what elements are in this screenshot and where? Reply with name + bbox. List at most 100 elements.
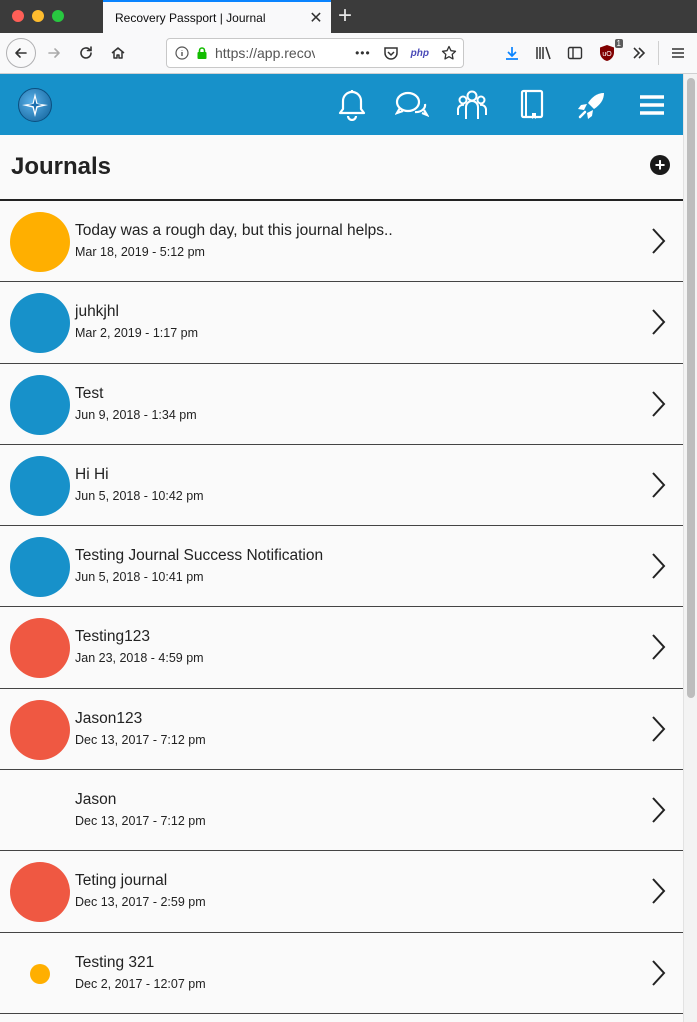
chevron-right-icon[interactable] <box>649 471 667 499</box>
home-button[interactable] <box>104 39 132 67</box>
compass-logo-icon[interactable] <box>18 88 52 122</box>
journal-entry-date: Mar 18, 2019 - 5:12 pm <box>75 245 205 259</box>
app-menu-icon[interactable] <box>635 88 669 122</box>
info-icon <box>175 46 189 60</box>
tab-title: Recovery Passport | Journal <box>115 10 266 25</box>
chevron-right-icon[interactable] <box>649 552 667 580</box>
download-icon <box>506 47 518 60</box>
lock-icon <box>197 47 207 59</box>
mood-color-dot <box>10 455 70 516</box>
scrollbar-thumb[interactable] <box>687 78 695 698</box>
reload-button[interactable] <box>72 39 100 67</box>
journal-list: Today was a rough day, but this journal … <box>0 201 683 1014</box>
journal-entry-row[interactable]: Test Jun 9, 2018 - 1:34 pm <box>0 363 683 445</box>
messages-chat-icon[interactable] <box>395 88 429 122</box>
mood-color-dot <box>30 963 50 984</box>
back-button[interactable] <box>6 38 36 68</box>
journal-entry-row[interactable]: Testing Journal Success Notification Jun … <box>0 526 683 608</box>
chevron-right-icon[interactable] <box>649 959 667 987</box>
add-journal-button[interactable]: + <box>650 155 670 175</box>
back-arrow-icon <box>15 48 27 58</box>
page-actions-icon[interactable]: ••• <box>355 46 371 60</box>
tab-close-icon[interactable]: ✕ <box>301 8 331 28</box>
community-group-icon[interactable] <box>455 88 489 122</box>
journal-entry-row[interactable]: Today was a rough day, but this journal … <box>0 201 683 283</box>
journal-entry-date: Mar 2, 2019 - 1:17 pm <box>75 326 198 341</box>
url-text[interactable]: https://app.recovery <box>215 45 315 61</box>
journal-entry-title: Testing Journal Success Notification <box>75 547 324 565</box>
journal-entry-row[interactable]: Hi Hi Jun 5, 2018 - 10:42 pm <box>0 444 683 527</box>
journal-entry-row[interactable]: juhkjhl Mar 2, 2019 - 1:17 pm <box>0 282 683 364</box>
page-header: Journals + <box>0 135 683 201</box>
journal-entry-row[interactable]: Jason Dec 13, 2017 - 7:12 pm <box>0 770 683 852</box>
sidebar-button[interactable] <box>561 39 589 67</box>
journal-entry-title: Hi Hi <box>75 465 109 483</box>
extension-count-badge: 1 <box>614 39 623 48</box>
minimize-window-button[interactable] <box>32 10 44 22</box>
app-header <box>0 74 683 135</box>
navigation-bar: https://app.recovery ••• php uO 1 <box>0 33 697 74</box>
journal-entry-date: Dec 2, 2017 - 12:07 pm <box>75 976 206 991</box>
journal-entry-row[interactable]: Testing123 Jan 23, 2018 - 4:59 pm <box>0 607 683 689</box>
window-controls <box>12 10 64 22</box>
mood-color-dot <box>10 374 70 435</box>
journal-book-icon[interactable] <box>515 88 549 122</box>
journal-entry-title: Testing123 <box>75 628 150 646</box>
active-tab[interactable]: Recovery Passport | Journal ✕ <box>103 0 331 33</box>
scrollbar[interactable] <box>683 74 697 1022</box>
chevron-right-icon[interactable] <box>649 227 667 255</box>
chevron-right-icon[interactable] <box>649 633 667 661</box>
chevron-right-icon[interactable] <box>649 390 667 418</box>
toolbar-divider <box>658 41 659 65</box>
journal-entry-title: Jason123 <box>75 709 143 727</box>
mood-color-dot <box>10 537 70 598</box>
library-icon <box>536 46 551 60</box>
journal-entry-date: Jun 5, 2018 - 10:42 pm <box>75 488 204 503</box>
journal-entry-title: Testing 321 <box>75 953 155 971</box>
shield-icon: uO <box>600 45 614 61</box>
mood-color-dot <box>10 293 70 354</box>
journal-entry-title: Teting journal <box>75 872 168 890</box>
library-button[interactable] <box>530 39 558 67</box>
browser-window: Recovery Passport | Journal ✕ + https://… <box>0 0 697 1022</box>
forward-arrow-icon <box>48 48 60 58</box>
tab-bar: Recovery Passport | Journal ✕ + <box>0 0 697 33</box>
url-actions: ••• php <box>355 39 457 67</box>
journal-entry-title: Today was a rough day, but this journal … <box>75 222 393 239</box>
page-title: Journals <box>11 153 112 180</box>
mood-color-dot <box>10 618 70 679</box>
notifications-bell-icon[interactable] <box>335 88 369 122</box>
journal-entry-date: Dec 13, 2017 - 7:12 pm <box>75 814 206 829</box>
ublock-extension-button[interactable]: uO 1 <box>593 39 623 67</box>
zoom-window-button[interactable] <box>52 10 64 22</box>
chevron-right-icon[interactable] <box>649 308 667 336</box>
journal-entry-row[interactable]: Testing 321 Dec 2, 2017 - 12:07 pm <box>0 932 683 1014</box>
chevron-right-icon[interactable] <box>649 796 667 824</box>
url-bar[interactable]: https://app.recovery ••• php <box>166 38 464 68</box>
menu-button[interactable] <box>664 39 692 67</box>
chevron-right-icon[interactable] <box>649 715 667 743</box>
pocket-icon[interactable] <box>383 45 399 61</box>
rocket-icon[interactable] <box>575 88 609 122</box>
journal-entry-title: Test <box>75 384 104 402</box>
new-tab-button[interactable]: + <box>338 3 352 29</box>
hamburger-icon <box>672 48 684 58</box>
journal-entry-date: Dec 13, 2017 - 2:59 pm <box>75 895 206 910</box>
journal-entry-row[interactable]: Jason123 Dec 13, 2017 - 7:12 pm <box>0 688 683 771</box>
double-chevron-icon <box>633 47 646 59</box>
close-window-button[interactable] <box>12 10 24 22</box>
overflow-button[interactable] <box>625 39 653 67</box>
bookmark-star-icon[interactable] <box>441 45 457 61</box>
journal-entry-date: Jun 5, 2018 - 10:41 pm <box>75 570 204 585</box>
php-extension-icon[interactable]: php <box>411 48 429 59</box>
journal-entry-date: Jun 9, 2018 - 1:34 pm <box>75 407 197 422</box>
journal-entry-row[interactable]: Teting journal Dec 13, 2017 - 2:59 pm <box>0 851 683 933</box>
downloads-button[interactable] <box>498 39 526 67</box>
journals-page: Journals + Today was a rough day, but th… <box>0 135 683 1014</box>
home-icon <box>111 47 125 59</box>
forward-button[interactable] <box>40 39 68 67</box>
sidebar-icon <box>567 46 583 60</box>
journal-entry-date: Dec 13, 2017 - 7:12 pm <box>75 732 206 747</box>
journal-entry-title: juhkjhl <box>75 303 119 321</box>
chevron-right-icon[interactable] <box>649 877 667 905</box>
